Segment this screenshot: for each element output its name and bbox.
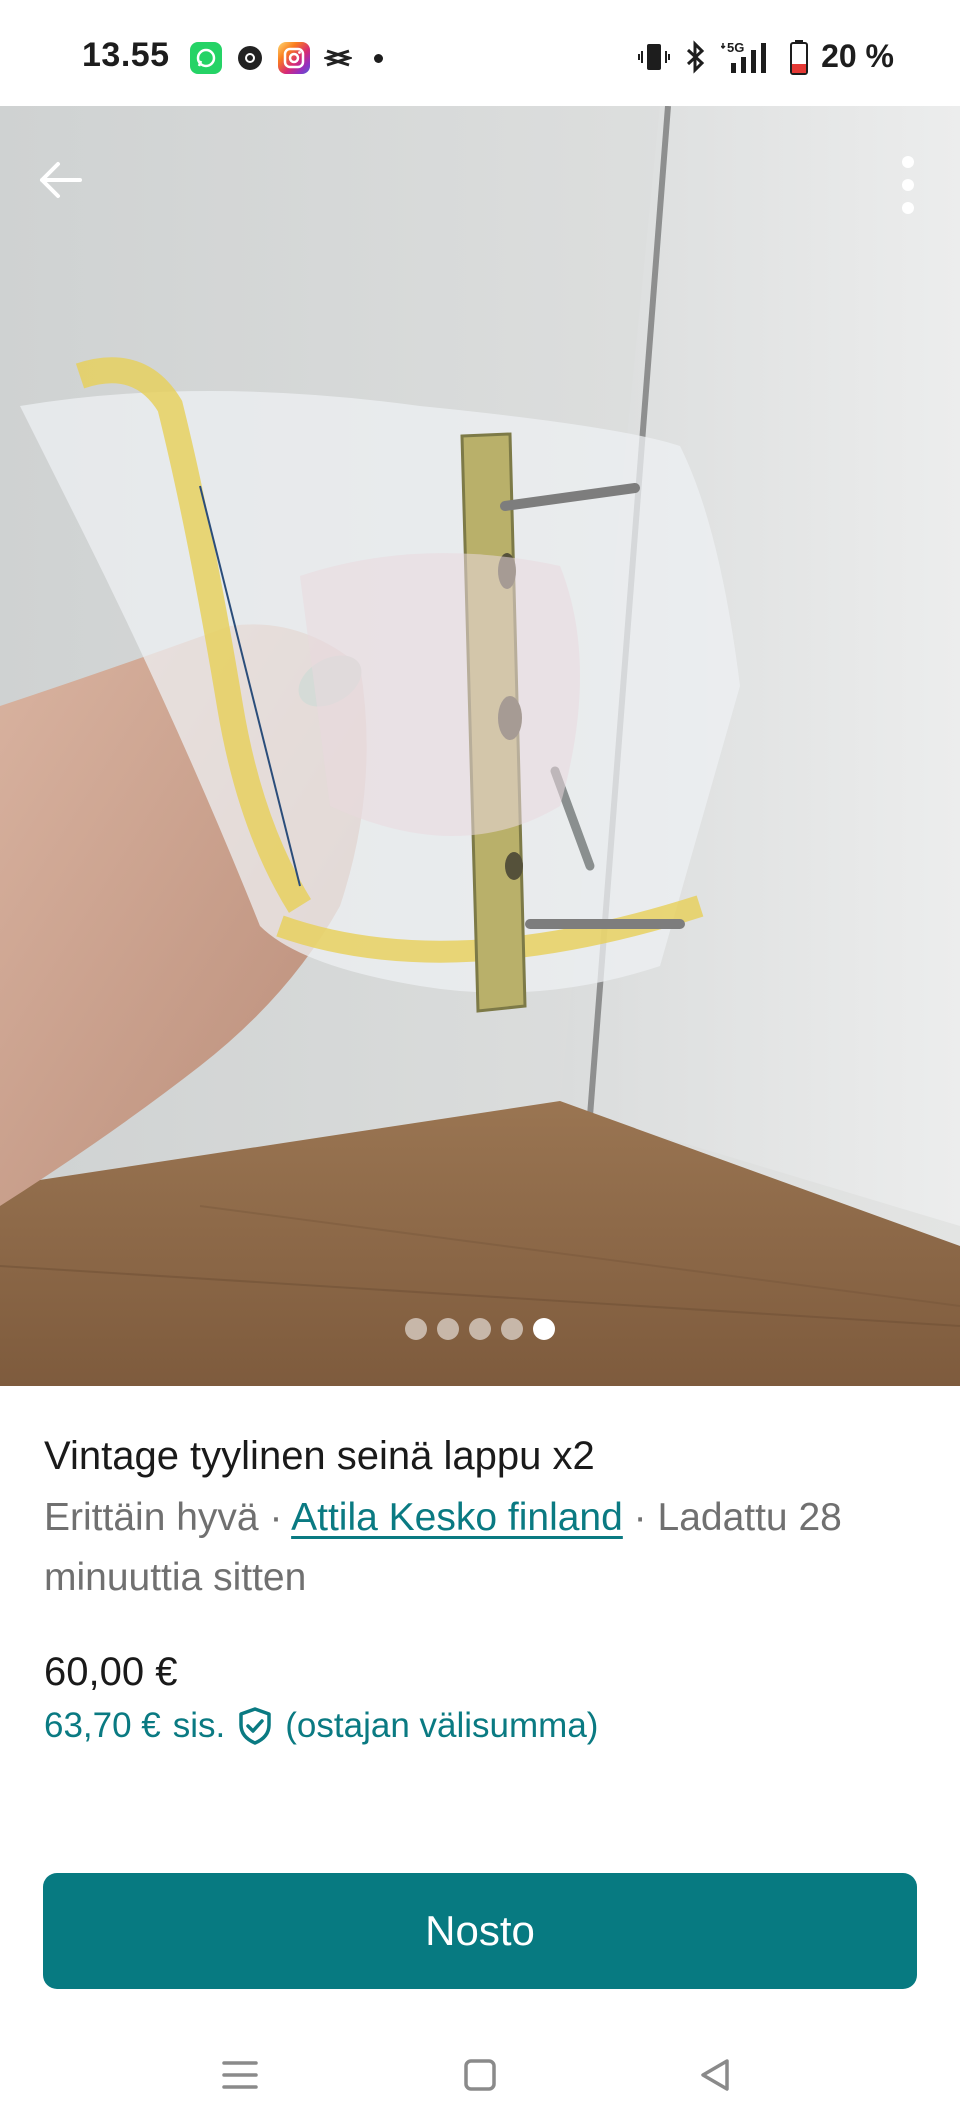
kebab-menu-icon bbox=[902, 156, 914, 214]
system-back-button[interactable] bbox=[685, 2050, 745, 2100]
bluetooth-icon bbox=[687, 39, 705, 74]
gallery-dot[interactable] bbox=[501, 1318, 523, 1340]
arrow-left-icon bbox=[40, 162, 82, 198]
battery-level: 20 % bbox=[821, 38, 894, 74]
listing-photo bbox=[0, 106, 960, 1386]
listing-title: Vintage tyylinen seinä lappu x2 bbox=[44, 1434, 595, 1478]
capcut-icon bbox=[322, 42, 354, 74]
more-options-button[interactable] bbox=[892, 152, 924, 218]
item-price: 60,00 € bbox=[44, 1650, 178, 1694]
chrome-icon bbox=[234, 42, 266, 74]
meta-separator: · bbox=[622, 1496, 658, 1539]
condition-text: Erittäin hyvä bbox=[44, 1496, 259, 1539]
home-button[interactable] bbox=[450, 2050, 510, 2100]
listing-image-gallery[interactable] bbox=[0, 106, 960, 1386]
shield-check-icon bbox=[237, 1706, 273, 1746]
recents-button[interactable] bbox=[210, 2050, 270, 2100]
menu-lines-icon bbox=[222, 2061, 258, 2089]
instagram-icon bbox=[278, 42, 310, 74]
system-navigation-bar bbox=[0, 2020, 960, 2126]
whatsapp-icon bbox=[190, 42, 222, 74]
triangle-back-icon bbox=[701, 2059, 729, 2091]
notification-icons bbox=[190, 42, 383, 74]
gallery-dot[interactable] bbox=[469, 1318, 491, 1340]
buyer-total-price: 63,70 € bbox=[44, 1706, 161, 1745]
back-button[interactable] bbox=[32, 152, 88, 208]
listing-meta: Erittäin hyvä · Attila Kesko finland · L… bbox=[44, 1488, 916, 1608]
signal-5g-icon: 5G bbox=[721, 40, 767, 73]
buyer-subtotal-note: (ostajan välisumma) bbox=[285, 1706, 599, 1745]
gallery-dot[interactable] bbox=[405, 1318, 427, 1340]
system-status: 5G 20 % bbox=[637, 38, 894, 75]
meta-separator: · bbox=[258, 1496, 292, 1539]
vibrate-icon bbox=[638, 43, 671, 70]
status-bar: 13.55 5G 20 % bbox=[0, 0, 960, 106]
includes-label: sis. bbox=[172, 1706, 226, 1745]
more-notifications-dot bbox=[374, 53, 383, 63]
bump-button[interactable]: Nosto bbox=[43, 1873, 917, 1989]
status-time: 13.55 bbox=[82, 36, 170, 74]
listing-details: Vintage tyylinen seinä lappu x2 Erittäin… bbox=[44, 1430, 916, 1608]
battery-icon bbox=[790, 39, 809, 75]
buyer-protection-price[interactable]: 63,70 € sis. (ostajan välisumma) bbox=[44, 1706, 598, 1746]
square-home-icon bbox=[464, 2059, 496, 2091]
svg-text:5G: 5G bbox=[727, 40, 744, 55]
gallery-dot[interactable] bbox=[437, 1318, 459, 1340]
gallery-pagination[interactable] bbox=[0, 1318, 960, 1340]
seller-link[interactable]: Attila Kesko finland bbox=[291, 1496, 623, 1539]
gallery-dot[interactable] bbox=[533, 1318, 555, 1340]
